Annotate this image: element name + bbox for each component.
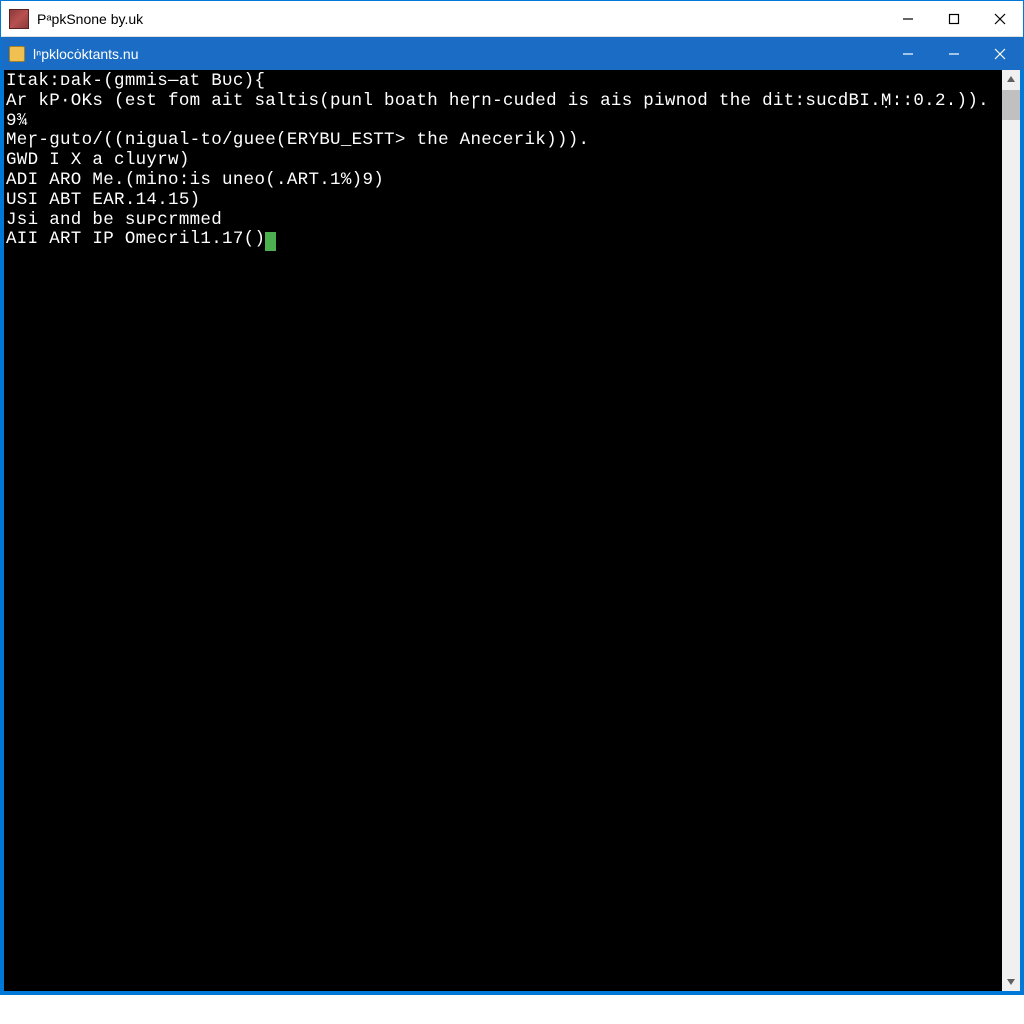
terminal-line: Meɼ-guto/((nigual-to/guee(ERYBU_ESTT> th… xyxy=(6,131,1000,151)
inner-window: lⁿpklocȯktants.nu Itak:ᴅak-(gmmis—at Bᴜc… xyxy=(1,37,1023,994)
scroll-thumb[interactable] xyxy=(1002,90,1020,120)
close-button[interactable] xyxy=(977,1,1023,36)
maximize-button[interactable] xyxy=(931,1,977,36)
terminal-last-text: AII ART IP Omecril1.17() xyxy=(6,229,265,249)
terminal-icon xyxy=(9,46,25,62)
terminal-output[interactable]: Itak:ᴅak-(gmmis—at Bᴜc){Ar kP·OKs (est f… xyxy=(4,70,1002,991)
terminal-last-line: AII ART IP Omecril1.17() xyxy=(6,230,1000,250)
terminal-line: USI ABT EAR.14.15) xyxy=(6,191,1000,211)
terminal-line: GWD I X a cluyrw) xyxy=(6,151,1000,171)
inner-titlebar: lⁿpklocȯktants.nu xyxy=(1,37,1023,70)
outer-window-controls xyxy=(885,1,1023,36)
terminal-line: ADI ARO Me.(mino:is uneo(.ART.1%)9) xyxy=(6,171,1000,191)
minimize-button[interactable] xyxy=(885,1,931,36)
inner-window-title: lⁿpklocȯktants.nu xyxy=(33,46,885,62)
terminal-line: Jsi and be suᴘcrmmed xyxy=(6,211,1000,231)
app-icon xyxy=(9,9,29,29)
outer-window: PᵃpkSnone by.uk lⁿpklocȯktants.nu xyxy=(0,0,1024,995)
inner-window-controls xyxy=(885,37,1023,70)
terminal-line: Ar kP·OKs (est fom ait saltis(punl boath… xyxy=(6,92,1000,112)
terminal-wrapper: Itak:ᴅak-(gmmis—at Bᴜc){Ar kP·OKs (est f… xyxy=(1,70,1023,994)
scroll-up-arrow[interactable] xyxy=(1002,70,1020,88)
inner-minimize-button-2[interactable] xyxy=(931,37,977,70)
terminal-line: Itak:ᴅak-(gmmis—at Bᴜc){ xyxy=(6,72,1000,92)
terminal-cursor xyxy=(265,232,276,251)
vertical-scrollbar[interactable] xyxy=(1002,70,1020,991)
scroll-down-arrow[interactable] xyxy=(1002,973,1020,991)
scroll-track[interactable] xyxy=(1002,120,1020,973)
inner-minimize-button[interactable] xyxy=(885,37,931,70)
inner-close-button[interactable] xyxy=(977,37,1023,70)
outer-window-title: PᵃpkSnone by.uk xyxy=(37,11,885,27)
outer-titlebar: PᵃpkSnone by.uk xyxy=(1,1,1023,37)
terminal-line: 9¾ xyxy=(6,112,1000,132)
